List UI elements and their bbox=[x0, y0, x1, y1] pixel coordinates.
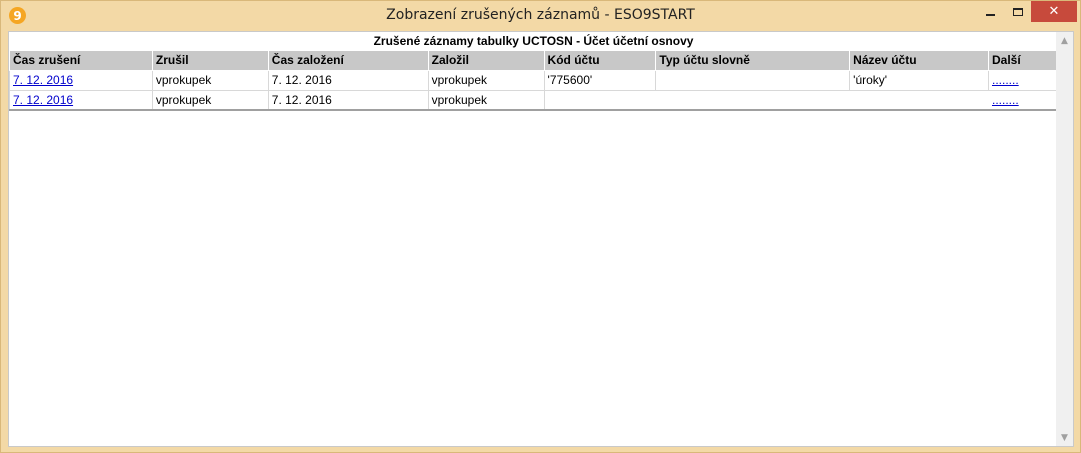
cell-dalsi[interactable]: ........ bbox=[988, 89, 1058, 111]
cell-kod-uctu bbox=[544, 90, 656, 110]
cell-nazev-uctu: 'úroky' bbox=[849, 69, 989, 91]
table-caption: Zrušené záznamy tabulky UCTOSN - Účet úč… bbox=[373, 34, 694, 49]
close-button[interactable]: ✕ bbox=[1031, 1, 1077, 22]
minimize-icon bbox=[986, 13, 995, 16]
title-bar[interactable]: 9 Zobrazení zrušených záznamů - ESO9STAR… bbox=[1, 1, 1080, 31]
column-header-cas-zruseni: Čas zrušení bbox=[9, 49, 153, 71]
maximize-button[interactable] bbox=[1004, 1, 1031, 22]
window-title: Zobrazení zrušených záznamů - ESO9START bbox=[386, 7, 695, 23]
cell-zrusil: vprokupek bbox=[151, 69, 269, 91]
column-header-cas-zalozeni: Čas založení bbox=[267, 49, 429, 71]
cell-zrusil: vprokupek bbox=[151, 89, 269, 111]
content-area: Zrušené záznamy tabulky UCTOSN - Účet úč… bbox=[8, 31, 1074, 447]
cell-zalozil: vprokupek bbox=[427, 69, 545, 91]
more-details-link[interactable]: ........ bbox=[992, 93, 1019, 107]
cell-cas-zalozeni: 7. 12. 2016 bbox=[267, 69, 429, 91]
scroll-up-icon[interactable]: ▲ bbox=[1056, 32, 1073, 49]
app-window: 9 Zobrazení zrušených záznamů - ESO9STAR… bbox=[0, 0, 1081, 453]
minimize-button[interactable] bbox=[977, 1, 1004, 22]
table-header-row: Čas zrušení Zrušil Čas založení Založil … bbox=[9, 49, 1058, 71]
table-row: 7. 12. 2016 vprokupek 7. 12. 2016 vproku… bbox=[9, 89, 1058, 111]
table-caption-row: Zrušené záznamy tabulky UCTOSN - Účet úč… bbox=[10, 33, 1058, 50]
cell-cas-zruseni[interactable]: 7. 12. 2016 bbox=[9, 69, 153, 91]
column-header-nazev-uctu: Název účtu bbox=[849, 49, 989, 71]
cell-dalsi[interactable]: ........ bbox=[988, 69, 1058, 91]
deleted-records-table: Zrušené záznamy tabulky UCTOSN - Účet úč… bbox=[9, 33, 1058, 111]
cell-typ-uctu-slovne bbox=[655, 69, 851, 91]
cell-cas-zruseni[interactable]: 7. 12. 2016 bbox=[9, 89, 153, 111]
cell-cas-zalozeni: 7. 12. 2016 bbox=[267, 89, 429, 111]
close-icon: ✕ bbox=[1048, 4, 1060, 19]
column-header-kod-uctu: Kód účtu bbox=[543, 49, 657, 71]
cell-nazev-uctu bbox=[850, 90, 989, 110]
cell-kod-uctu: '775600' bbox=[543, 69, 657, 91]
more-details-link[interactable]: ........ bbox=[992, 73, 1019, 87]
table-row: 7. 12. 2016 vprokupek 7. 12. 2016 vproku… bbox=[9, 69, 1058, 91]
cas-zruseni-link[interactable]: 7. 12. 2016 bbox=[13, 73, 73, 87]
column-header-typ-uctu-slovne: Typ účtu slovně bbox=[655, 49, 851, 71]
column-header-dalsi: Další bbox=[988, 49, 1058, 71]
cell-typ-uctu-slovne bbox=[656, 90, 850, 110]
column-header-zalozil: Založil bbox=[427, 49, 545, 71]
column-header-zrusil: Zrušil bbox=[151, 49, 269, 71]
maximize-icon bbox=[1012, 7, 1023, 16]
scroll-down-icon[interactable]: ▼ bbox=[1056, 429, 1073, 446]
cas-zruseni-link[interactable]: 7. 12. 2016 bbox=[13, 93, 73, 107]
cell-zalozil: vprokupek bbox=[427, 89, 545, 111]
vertical-scrollbar[interactable]: ▲ ▼ bbox=[1056, 32, 1073, 446]
